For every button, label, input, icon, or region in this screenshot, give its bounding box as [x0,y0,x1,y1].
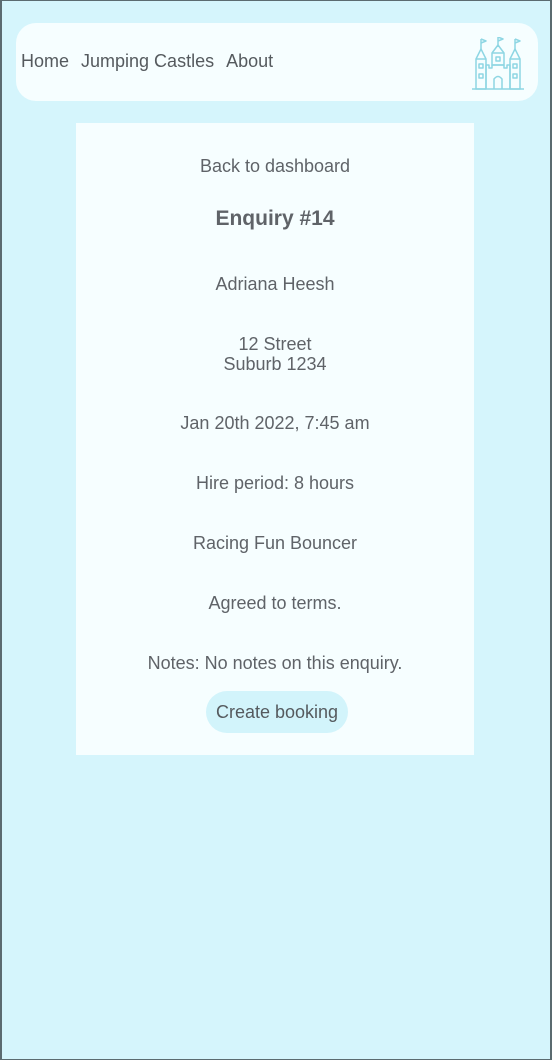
navbar: Home Jumping Castles About [16,23,538,101]
back-to-dashboard-link[interactable]: Back to dashboard [76,156,474,176]
address-line-2: Suburb 1234 [223,354,327,374]
enquiry-card: Back to dashboard Enquiry #14 Adriana He… [76,123,474,755]
nav-link-home[interactable]: Home [21,51,69,72]
nav-links: Home Jumping Castles About [21,51,273,72]
hire-period: Hire period: 8 hours [195,473,355,493]
page-title: Enquiry #14 [215,207,335,230]
enquiry-datetime: Jan 20th 2022, 7:45 am [180,413,370,433]
terms-status: Agreed to terms. [208,593,342,613]
enquiry-notes: Notes: No notes on this enquiry. [147,653,403,673]
customer-address: 12 Street Suburb 1234 [76,334,474,374]
castle-icon[interactable] [471,37,525,91]
create-booking-button[interactable]: Create booking [206,691,348,733]
nav-link-jumping-castles[interactable]: Jumping Castles [81,51,214,72]
nav-link-about[interactable]: About [226,51,273,72]
address-line-1: 12 Street [238,334,312,354]
customer-name: Adriana Heesh [215,274,335,294]
product-name: Racing Fun Bouncer [192,533,358,553]
